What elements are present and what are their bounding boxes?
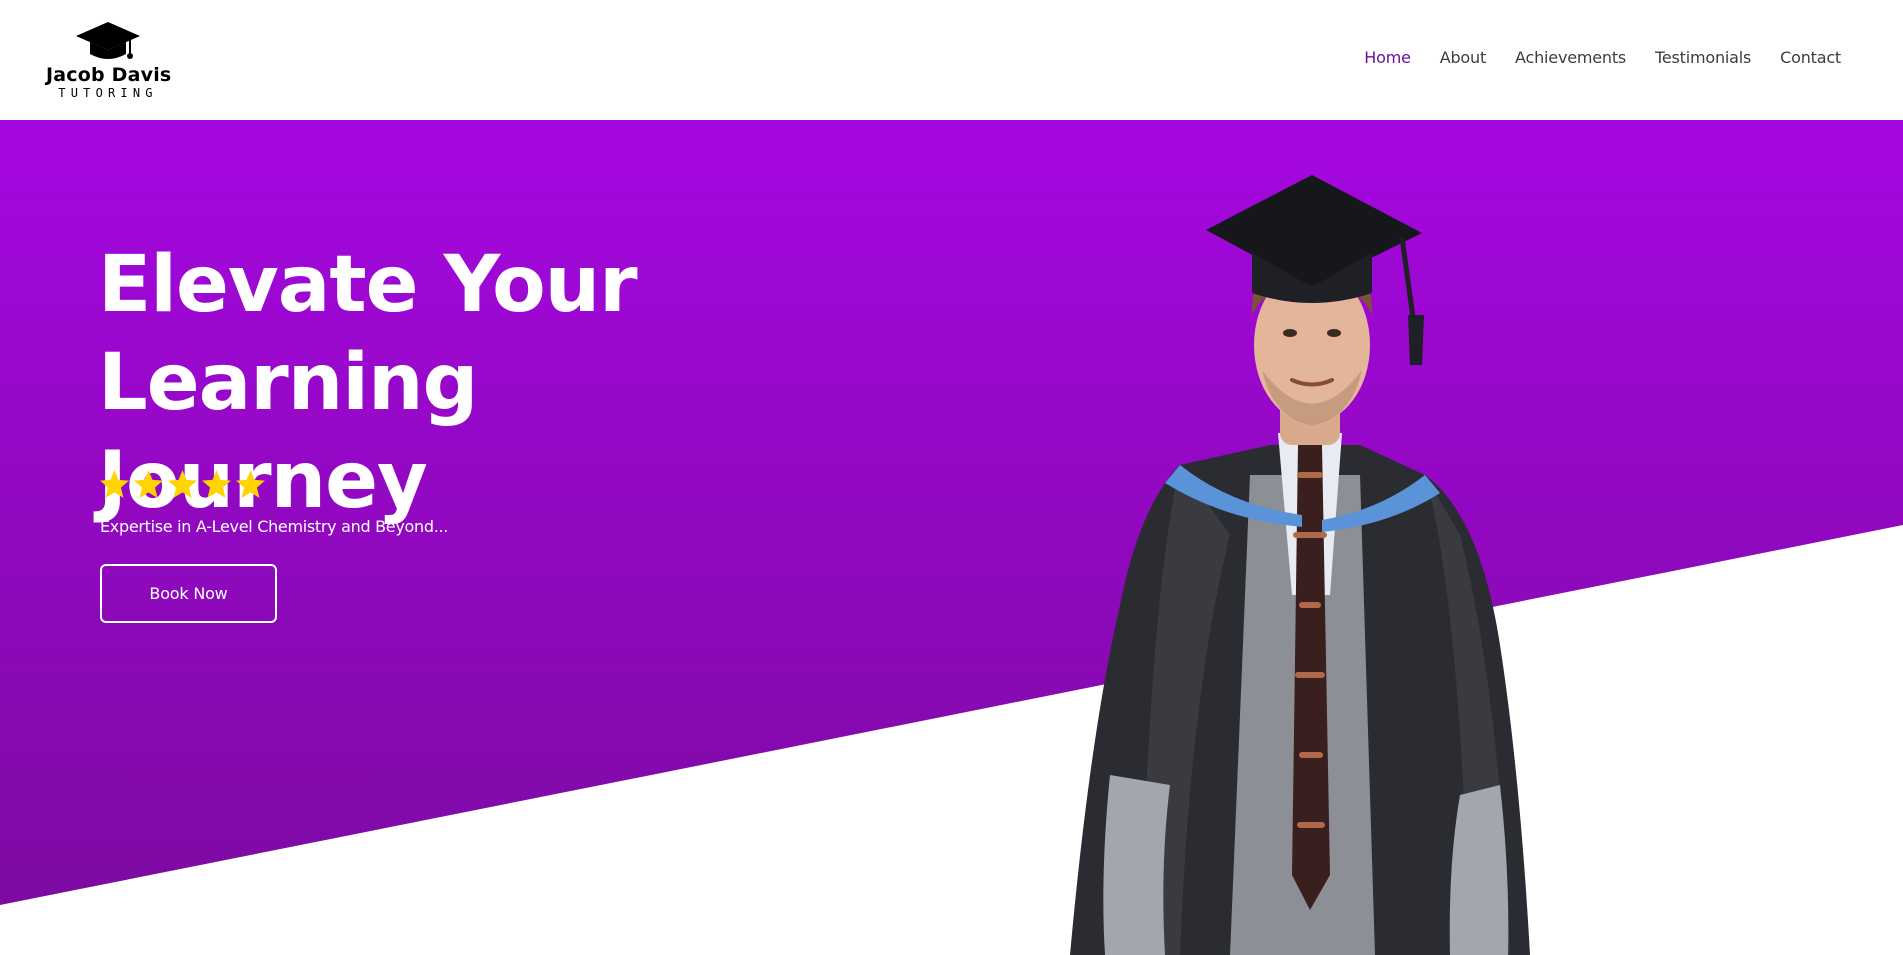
nav-contact[interactable]: Contact bbox=[1780, 48, 1841, 67]
logo-subtitle: TUTORING bbox=[58, 86, 158, 100]
site-header: Jacob Davis TUTORING Home About Achievem… bbox=[0, 0, 1903, 120]
star-rating bbox=[98, 468, 267, 501]
main-nav: Home About Achievements Testimonials Con… bbox=[1364, 48, 1841, 67]
book-now-button[interactable]: Book Now bbox=[100, 564, 277, 623]
nav-testimonials[interactable]: Testimonials bbox=[1655, 48, 1751, 67]
hero-section: Elevate Your Learning Journey Expertise … bbox=[0, 120, 1903, 955]
star-icon bbox=[202, 470, 231, 498]
nav-home[interactable]: Home bbox=[1364, 48, 1411, 67]
graduation-cap-icon bbox=[76, 22, 140, 59]
headline-line-1: Elevate Your Learning bbox=[98, 240, 638, 428]
star-icon bbox=[100, 470, 129, 498]
nav-achievements[interactable]: Achievements bbox=[1515, 48, 1626, 67]
star-icon bbox=[236, 470, 265, 498]
star-icon bbox=[134, 470, 163, 498]
site-logo[interactable]: Jacob Davis TUTORING bbox=[46, 20, 172, 102]
nav-about[interactable]: About bbox=[1440, 48, 1487, 67]
graduate-portrait bbox=[1070, 175, 1530, 955]
logo-name: Jacob Davis bbox=[46, 64, 172, 86]
star-icon bbox=[168, 470, 197, 498]
hero-tagline: Expertise in A-Level Chemistry and Beyon… bbox=[100, 517, 449, 536]
